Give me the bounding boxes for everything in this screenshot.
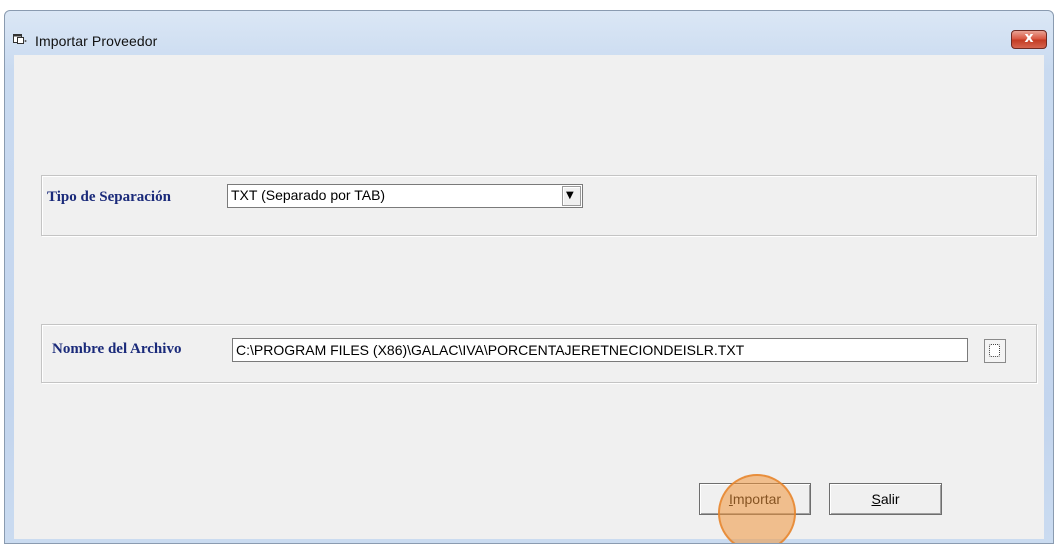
file-path-input[interactable] — [232, 338, 968, 362]
import-label: mportar — [732, 491, 782, 507]
title-bar[interactable]: Importar Proveedor x — [5, 11, 1053, 51]
window-title: Importar Proveedor — [35, 33, 158, 49]
chevron-down-icon: ▼ — [566, 190, 574, 201]
exit-label: alir — [880, 491, 900, 507]
browse-button[interactable] — [984, 339, 1006, 363]
app-icon — [13, 34, 27, 44]
dialog-client-area: Tipo de Separación TXT (Separado por TAB… — [14, 55, 1044, 543]
browse-icon — [989, 344, 1000, 357]
separation-type-label: Tipo de Separación — [47, 189, 171, 205]
exit-mnemonic: S — [871, 491, 881, 507]
close-icon: x — [1024, 30, 1034, 46]
import-button[interactable]: Importar — [699, 483, 811, 515]
separation-type-select[interactable]: TXT (Separado por TAB) ▼ — [227, 184, 583, 208]
exit-button[interactable]: Salir — [829, 483, 942, 515]
dialog-window: Importar Proveedor x Tipo de Separación … — [4, 10, 1054, 544]
close-button[interactable]: x — [1011, 30, 1047, 49]
file-name-label: Nombre del Archivo — [52, 341, 182, 357]
dropdown-button[interactable]: ▼ — [562, 186, 581, 206]
separation-type-value: TXT (Separado por TAB) — [231, 187, 386, 203]
